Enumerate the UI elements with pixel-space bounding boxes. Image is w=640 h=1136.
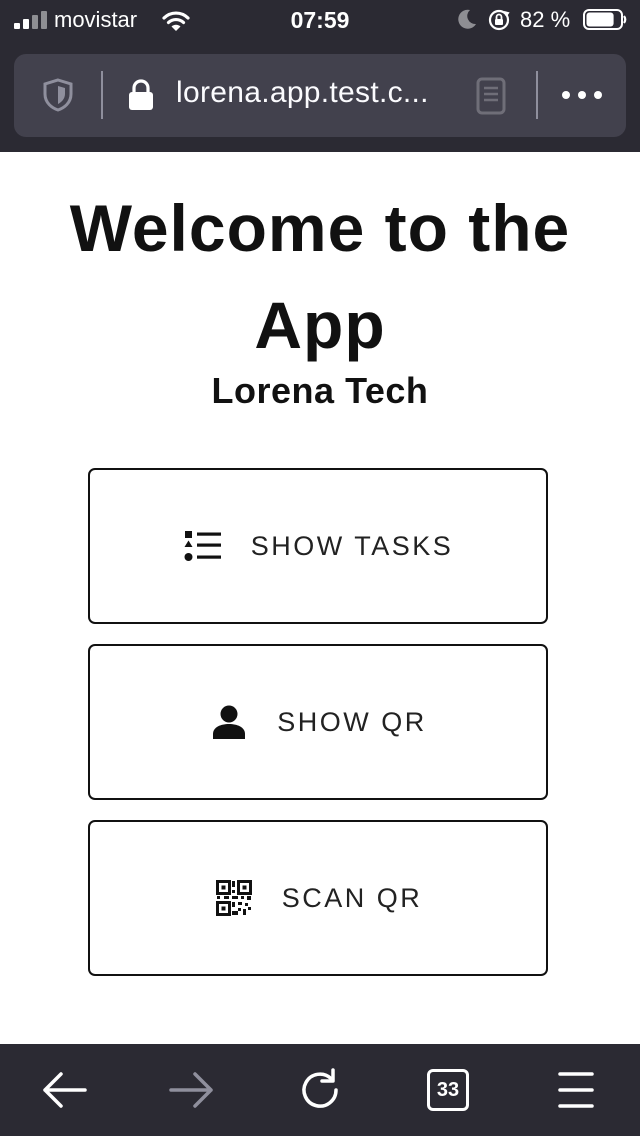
forward-button[interactable] — [164, 1064, 220, 1116]
arrow-left-icon — [43, 1072, 87, 1108]
arrow-right-icon — [169, 1072, 213, 1108]
battery-icon — [583, 9, 627, 30]
more-options-icon[interactable] — [558, 84, 606, 106]
url-bar-divider — [536, 71, 538, 119]
lock-icon[interactable] — [127, 78, 155, 112]
person-icon — [209, 702, 249, 742]
battery-percentage: 82 % — [520, 7, 571, 32]
show-qr-button[interactable]: SHOW QR — [88, 644, 548, 800]
scan-qr-button[interactable]: SCAN QR — [88, 820, 548, 976]
status-bar: movistar 07:59 82 % — [0, 0, 640, 42]
url-bar-divider — [101, 71, 103, 119]
menu-button[interactable] — [548, 1064, 604, 1116]
do-not-disturb-moon-icon — [458, 9, 476, 29]
url-text[interactable]: lorena.app.test.c... — [176, 76, 429, 110]
back-button[interactable] — [36, 1064, 92, 1116]
url-bar[interactable]: lorena.app.test.c... — [14, 54, 626, 137]
tracking-protection-shield-icon[interactable] — [40, 77, 76, 113]
show-tasks-button[interactable]: SHOW TASKS — [88, 468, 548, 624]
orientation-lock-icon — [488, 9, 510, 31]
browser-top-chrome: movistar 07:59 82 % lorena.app.test.c... — [0, 0, 640, 152]
page-subtitle: Lorena Tech — [211, 370, 429, 411]
show-tasks-label: SHOW TASKS — [250, 530, 454, 561]
reader-mode-icon[interactable] — [476, 77, 506, 115]
hamburger-menu-icon — [558, 1072, 594, 1108]
tabs-button[interactable]: 33 — [420, 1064, 476, 1116]
show-qr-label: SHOW QR — [277, 706, 427, 737]
browser-bottom-toolbar: 33 — [0, 1044, 640, 1136]
page-title: Welcome to the App — [69, 191, 571, 362]
tab-count-badge: 33 — [427, 1069, 469, 1111]
reload-button[interactable] — [292, 1064, 348, 1116]
scan-qr-label: SCAN QR — [281, 882, 423, 913]
qr-code-icon — [214, 878, 254, 918]
task-list-icon — [183, 526, 223, 566]
reload-icon — [302, 1068, 338, 1108]
